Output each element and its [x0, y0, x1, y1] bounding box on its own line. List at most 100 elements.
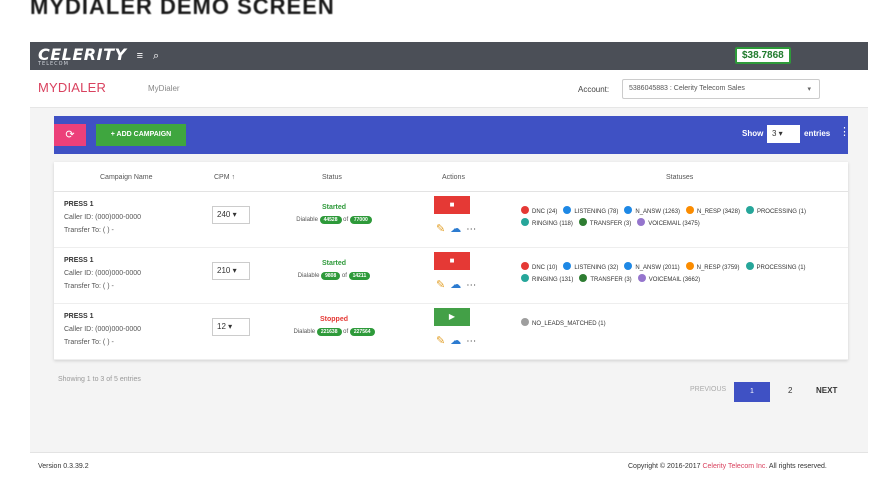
transfer-value: ( ) -: [102, 339, 114, 346]
status-cell: Started Dialable 9808 of 14211: [284, 260, 384, 280]
header-cpm[interactable]: CPM ↑: [214, 174, 235, 181]
status-chip-label: N_RESP (3759): [696, 265, 740, 271]
page-header: MYDIALER MyDialer Account: 5386045883 : …: [30, 70, 868, 108]
table-header: Campaign Name CPM ↑ Status Actions Statu…: [54, 162, 848, 192]
page-1-button[interactable]: 1: [734, 382, 770, 402]
status-chip: PROCESSING (1): [745, 206, 806, 215]
play-icon: ▶: [448, 312, 456, 321]
more-horizontal-icon[interactable]: ⋯: [466, 224, 476, 235]
more-vertical-icon[interactable]: ⋮: [839, 125, 850, 138]
status-dot-icon: [521, 262, 529, 270]
menu-icon[interactable]: ≡: [137, 50, 143, 62]
status-chip: VOICEMAIL (3475): [637, 218, 700, 227]
status-chip-label: LISTENING (32): [574, 265, 619, 271]
status-chip-label: PROCESSING (1): [756, 265, 806, 271]
version-text: Version 0.3.39.2: [38, 463, 89, 470]
total-count: 227564: [349, 328, 375, 336]
header-statuses: Statuses: [666, 174, 694, 181]
stop-icon: ■: [449, 256, 455, 265]
total-count: 14211: [348, 272, 371, 280]
add-campaign-button[interactable]: + ADD CAMPAIGN: [96, 124, 186, 146]
status-dot-icon: [624, 262, 633, 270]
cpm-select[interactable]: 240 ▾: [212, 206, 250, 224]
status-dot-icon: [521, 318, 529, 326]
status-dot-icon: [745, 206, 754, 214]
app-window: CELERITY TELECOM ≡ ⌕ $38.7868 MYDIALER M…: [30, 42, 868, 482]
page-heading: MYDIALER DEMO SCREEN: [30, 0, 335, 19]
campaign-name[interactable]: PRESS 1: [64, 201, 94, 208]
dialable-info: Dialable 44528 of 77000: [284, 216, 384, 224]
status-chip: RINGING (118): [521, 218, 573, 227]
row-actions: ✎ ☁ ⋯: [436, 222, 496, 235]
status-chip: NO_LEADS_MATCHED (1): [521, 318, 606, 327]
table-row: PRESS 1 Caller ID: (000)000-0000 Transfer …: [54, 304, 848, 360]
header-campaign-name[interactable]: Campaign Name: [100, 174, 153, 181]
campaign-name[interactable]: PRESS 1: [64, 257, 94, 264]
upload-cloud-icon[interactable]: ☁: [450, 279, 461, 291]
status-chip-label: TRANSFER (3): [590, 277, 632, 283]
status-chip-label: PROCESSING (1): [756, 209, 806, 215]
campaign-name[interactable]: PRESS 1: [64, 313, 94, 320]
upload-cloud-icon[interactable]: ☁: [450, 335, 461, 347]
status-chip: LISTENING (78): [563, 206, 619, 215]
status-chip: VOICEMAIL (3662): [637, 274, 700, 283]
upload-cloud-icon[interactable]: ☁: [450, 223, 461, 235]
more-horizontal-icon[interactable]: ⋯: [466, 280, 476, 291]
total-count: 77000: [349, 216, 372, 224]
account-value: 5386045883 : Celerity Telecom Sales: [629, 85, 745, 92]
dialable-label: Dialable: [297, 273, 320, 279]
dialable-count: 9808: [321, 272, 341, 280]
entries-label: entries: [804, 129, 831, 138]
status-chip-label: DNC (24): [532, 209, 558, 215]
dialable-count: 221638: [316, 328, 342, 336]
transfer-label: Transfer To:: [64, 339, 101, 346]
search-icon[interactable]: ⌕: [153, 50, 159, 63]
status-dot-icon: [521, 206, 529, 214]
of-label: of: [343, 329, 349, 335]
dialable-info: Dialable 9808 of 14211: [284, 272, 384, 280]
screenshot-frame: MYDIALER DEMO SCREEN CELERITY TELECOM ≡ …: [0, 0, 890, 500]
stop-icon: ■: [449, 200, 455, 209]
more-horizontal-icon[interactable]: ⋯: [466, 336, 476, 347]
dialable-info: Dialable 221638 of 227564: [284, 328, 384, 336]
status-dot-icon: [521, 274, 529, 282]
edit-pencil-icon[interactable]: ✎: [436, 335, 445, 347]
campaign-cell: PRESS 1 Caller ID: (000)000-0000 Transfer …: [64, 198, 141, 237]
refresh-button[interactable]: ⟳: [54, 124, 86, 146]
edit-pencil-icon[interactable]: ✎: [436, 223, 445, 235]
entries-per-page-select[interactable]: 3 ▾: [767, 125, 800, 143]
cpm-select[interactable]: 210 ▾: [212, 262, 250, 280]
account-select[interactable]: 5386045883 : Celerity Telecom Sales ▾: [622, 79, 820, 99]
company-link[interactable]: Celerity Telecom Inc.: [702, 463, 767, 470]
status-chip-label: LISTENING (78): [574, 209, 619, 215]
status-chip: DNC (10): [521, 262, 557, 271]
page-2-button[interactable]: 2: [788, 386, 792, 395]
edit-pencil-icon[interactable]: ✎: [436, 279, 445, 291]
breadcrumb[interactable]: MyDialer: [148, 84, 180, 93]
campaign-cell: PRESS 1 Caller ID: (000)000-0000 Transfer …: [64, 254, 141, 293]
show-label: Show: [742, 129, 764, 138]
campaign-cell: PRESS 1 Caller ID: (000)000-0000 Transfer …: [64, 310, 141, 349]
top-navbar: CELERITY TELECOM ≡ ⌕ $38.7868: [30, 42, 868, 70]
status-chip: PROCESSING (1): [745, 262, 806, 271]
header-status[interactable]: Status: [322, 174, 342, 181]
status-dot-icon: [579, 274, 588, 282]
cpm-select[interactable]: 12 ▾: [212, 318, 250, 336]
status-chip-label: NO_LEADS_MATCHED (1): [532, 321, 606, 327]
copyright-text: Copyright © 2016-2017 Celerity Telecom I…: [628, 463, 827, 470]
previous-page-button[interactable]: PREVIOUS: [690, 386, 726, 393]
stop-campaign-button[interactable]: ■: [434, 196, 470, 214]
balance-badge: $38.7868: [735, 47, 791, 64]
transfer-value: ( ) -: [102, 283, 114, 290]
stop-campaign-button[interactable]: ■: [434, 252, 470, 270]
status-dot-icon: [563, 262, 572, 270]
celerity-logo[interactable]: CELERITY TELECOM: [38, 45, 127, 67]
start-campaign-button[interactable]: ▶: [434, 308, 470, 326]
status-dot-icon: [624, 206, 633, 214]
next-page-button[interactable]: NEXT: [816, 386, 837, 395]
table-info: Showing 1 to 3 of 5 entries: [58, 376, 141, 383]
campaign-status: Started: [321, 260, 347, 267]
row-actions: ✎ ☁ ⋯: [436, 278, 496, 291]
status-cell: Started Dialable 44528 of 77000: [284, 204, 384, 224]
status-dot-icon: [637, 274, 646, 282]
